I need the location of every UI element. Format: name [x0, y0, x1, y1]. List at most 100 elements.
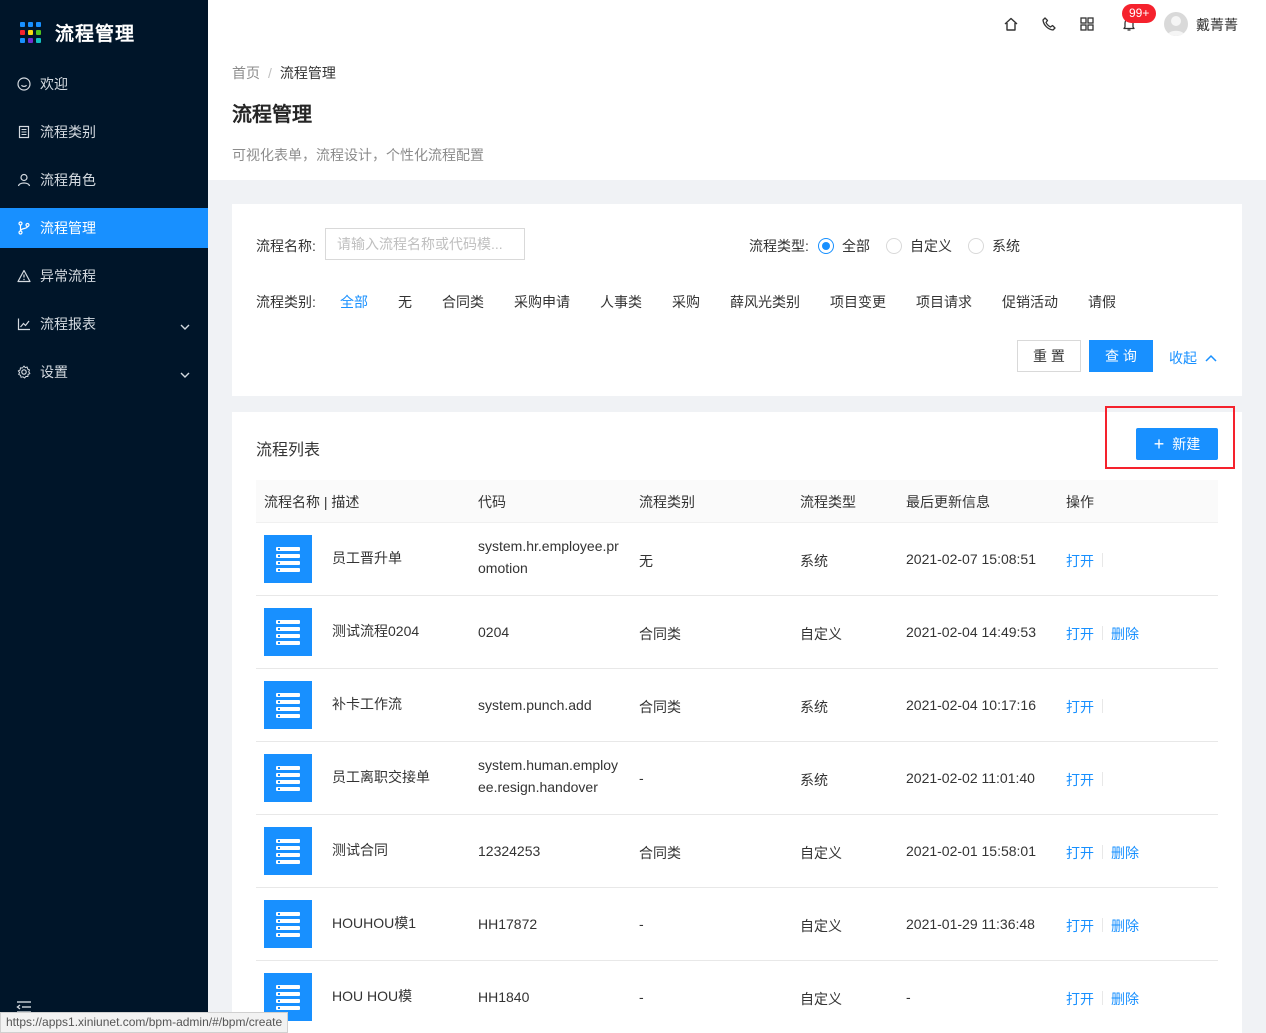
action-divider: [1102, 991, 1103, 1005]
category-leave[interactable]: 请假: [1088, 292, 1116, 312]
last-updated: 2021-02-07 15:08:51: [906, 551, 1036, 567]
breadcrumb-separator: /: [268, 65, 272, 81]
action-divider: [1102, 918, 1103, 932]
open-link[interactable]: 打开: [1066, 770, 1094, 790]
last-updated: -: [906, 989, 911, 1005]
process-type: 自定义: [800, 991, 842, 1007]
last-updated: 2021-01-29 11:36:48: [906, 916, 1035, 932]
sidebar-item-0[interactable]: 欢迎: [0, 64, 208, 104]
sidebar-item-label: 异常流程: [40, 268, 96, 284]
type-radio-custom[interactable]: 自定义: [886, 236, 952, 256]
book-icon: [16, 124, 32, 140]
category-hr[interactable]: 人事类: [600, 292, 642, 312]
delete-link[interactable]: 删除: [1111, 916, 1139, 936]
open-link[interactable]: 打开: [1066, 989, 1094, 1009]
process-code: system.punch.add: [478, 697, 592, 713]
process-code-line1: system.hr.employee.pr: [478, 538, 619, 554]
category-none[interactable]: 无: [398, 292, 412, 312]
breadcrumb-home[interactable]: 首页: [232, 65, 260, 81]
sidebar-menu: 欢迎流程类别流程角色流程管理异常流程流程报表设置: [0, 64, 208, 392]
sidebar-item-3[interactable]: 流程管理: [0, 208, 208, 248]
last-updated: 2021-02-01 15:58:01: [906, 843, 1036, 859]
sidebar-item-1[interactable]: 流程类别: [0, 112, 208, 152]
delete-link[interactable]: 删除: [1111, 624, 1139, 644]
radio-label: 全部: [842, 238, 870, 254]
name-search-input[interactable]: [325, 228, 525, 260]
list-title: 流程列表: [256, 442, 321, 459]
process-code: 12324253: [478, 843, 541, 859]
avatar[interactable]: [1164, 12, 1188, 36]
chevron-down-icon[interactable]: [180, 365, 190, 381]
category-all[interactable]: 全部: [340, 292, 368, 312]
line-chart-icon: [16, 316, 32, 332]
delete-link[interactable]: 删除: [1111, 843, 1139, 863]
process-code: HH17872: [478, 916, 538, 932]
chevron-down-icon[interactable]: [180, 317, 190, 333]
branch-icon: [16, 220, 32, 236]
process-form-icon: [264, 827, 312, 875]
delete-link[interactable]: 删除: [1111, 989, 1139, 1009]
open-link[interactable]: 打开: [1066, 916, 1094, 936]
type-radio-all[interactable]: 全部: [818, 236, 870, 256]
process-table: 流程名称 | 描述 代码 流程类别 流程类型 最后更新信息 操作 员工晋升单 sy…: [256, 480, 1218, 1033]
radio-dot: [968, 238, 984, 254]
sidebar: 流程管理 欢迎 流程类别 流程角色 流程管理 异常流程 流程报表 设置: [0, 0, 208, 1033]
sidebar-item-label: 欢迎: [40, 76, 68, 92]
category-contract[interactable]: 合同类: [442, 292, 484, 312]
process-code: 0204: [478, 624, 510, 640]
type-radio-system[interactable]: 系统: [968, 236, 1020, 256]
category-project-request[interactable]: 项目请求: [916, 292, 972, 312]
sidebar-item-4[interactable]: 异常流程: [0, 256, 208, 296]
filter-panel: 流程名称: 流程类型: 全部 自定义 系统 流程类别: 全部 无 合同类 采购申…: [232, 204, 1242, 396]
logo[interactable]: 流程管理: [0, 0, 208, 64]
page-title: 流程管理: [232, 104, 312, 126]
reset-button[interactable]: 重 置: [1017, 340, 1081, 372]
open-link[interactable]: 打开: [1066, 551, 1094, 571]
sidebar-item-5[interactable]: 流程报表: [0, 304, 208, 344]
radio-label: 系统: [992, 238, 1020, 254]
logo-dot: [28, 29, 33, 35]
table-header: 流程名称 | 描述 代码 流程类别 流程类型 最后更新信息 操作: [256, 480, 1218, 523]
apps-icon[interactable]: [1078, 15, 1096, 33]
process-category: 合同类: [639, 699, 681, 715]
open-link[interactable]: 打开: [1066, 624, 1094, 644]
logo-dot: [36, 37, 41, 43]
action-divider: [1102, 845, 1103, 859]
open-link[interactable]: 打开: [1066, 843, 1094, 863]
logo-dot: [36, 21, 41, 27]
col-type: 流程类型: [800, 494, 856, 510]
radio-label: 自定义: [910, 238, 952, 254]
category-promotion[interactable]: 促销活动: [1002, 292, 1058, 312]
username[interactable]: 戴菁菁: [1196, 15, 1238, 35]
notification-badge: 99+: [1122, 4, 1157, 23]
user-icon: [16, 172, 32, 188]
phone-icon[interactable]: [1040, 15, 1058, 33]
open-link[interactable]: 打开: [1066, 697, 1094, 717]
table-row: 测试流程0204 0204 合同类 自定义 2021-02-04 14:49:53 打开删…: [256, 596, 1218, 669]
sidebar-item-6[interactable]: 设置: [0, 352, 208, 392]
process-type: 自定义: [800, 918, 842, 934]
page-header: 首页 / 流程管理 流程管理 可视化表单，流程设计，个性化流程配置: [208, 48, 1266, 180]
last-updated: 2021-02-04 10:17:16: [906, 697, 1036, 713]
last-updated: 2021-02-02 11:01:40: [906, 770, 1035, 786]
sidebar-item-2[interactable]: 流程角色: [0, 160, 208, 200]
process-type: 系统: [800, 772, 828, 788]
category-project-change[interactable]: 项目变更: [830, 292, 886, 312]
app-grid-icon: [20, 21, 41, 43]
logo-dot: [20, 29, 25, 35]
query-button[interactable]: 查 询: [1089, 340, 1153, 372]
process-name: 测试流程0204: [332, 623, 420, 639]
sidebar-item-label: 流程类别: [40, 124, 96, 140]
action-divider: [1102, 699, 1103, 713]
col-name: 流程名称 | 描述: [264, 494, 360, 510]
col-updated: 最后更新信息: [906, 494, 990, 510]
collapse-filter-link[interactable]: 收起: [1169, 348, 1217, 368]
category-purchase-request[interactable]: 采购申请: [514, 292, 570, 312]
col-category: 流程类别: [639, 494, 695, 510]
category-xue[interactable]: 薛风光类别: [730, 292, 800, 312]
category-purchase[interactable]: 采购: [672, 292, 700, 312]
process-category: 合同类: [639, 845, 681, 861]
home-icon[interactable]: [1002, 15, 1020, 33]
action-divider: [1102, 553, 1103, 567]
last-updated: 2021-02-04 14:49:53: [906, 624, 1036, 640]
